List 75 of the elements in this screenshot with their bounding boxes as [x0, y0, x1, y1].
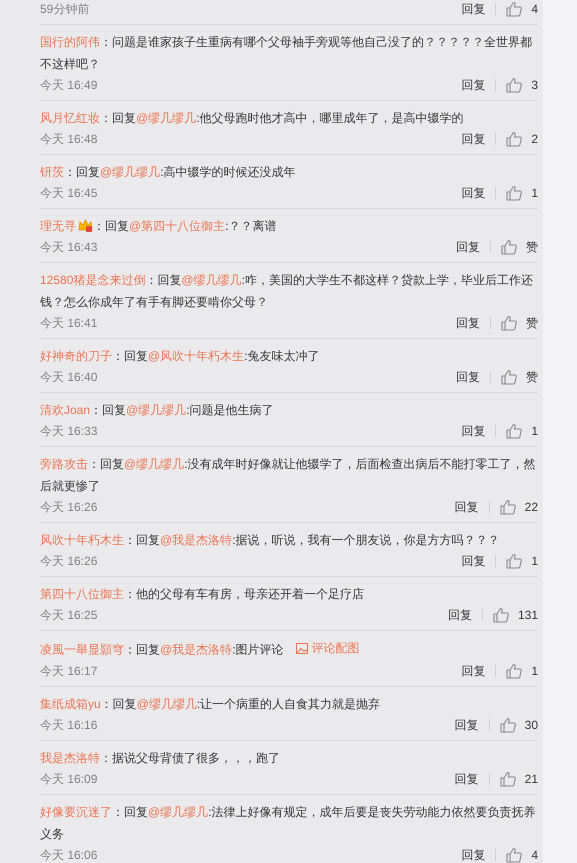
comment-text: 凌風一舉显顥穹：回复@我是杰洛特:图片评论 评论配图 — [40, 637, 538, 660]
like-button[interactable]: 2 — [506, 129, 538, 149]
like-button[interactable]: 131 — [492, 605, 538, 625]
comment-time: 今天 16:09 — [40, 770, 98, 788]
reply-link[interactable]: 回复 — [461, 848, 496, 860]
like-button[interactable]: 3 — [506, 75, 538, 95]
comment-time: 今天 16:45 — [40, 185, 98, 202]
like-button[interactable]: 1 — [506, 551, 538, 571]
comment-text: 国行的阿伟：问题是谁家孩子生重病有哪个父母袖手旁观等他自己没了的？？？？？全世界都不这样吧？ — [40, 34, 533, 73]
like-button[interactable]: 30 — [500, 714, 538, 734]
comment-text: 风月忆红妆：回复@缪几缪几:他父母跑时他才高中，哪里成年了，是高中辍学的 — [40, 110, 465, 127]
comment-time: 今天 16:25 — [40, 607, 98, 624]
thumbs-up-icon — [506, 1, 522, 17]
comment-time: 今天 16:48 — [40, 131, 98, 148]
comment-text: 旁路攻击：回复@缪几缪几:没有成年时好像就让他辍学了，后面检查出病后不能打零工了，然后就更惨了 — [40, 456, 537, 495]
comment-time: 今天 16:33 — [40, 423, 98, 440]
comment-text: 12580猪是念来过倒：回复@缪几缪几:咋，美国的大学生不都这样？贷款上学，毕业后工作还钱？怎么你成年了有手有脚还要啃你父母？ — [40, 272, 534, 311]
comment-time: 今天 16:41 — [40, 315, 98, 332]
comment-time: 今天 16:49 — [40, 77, 98, 94]
reply-link[interactable]: 回复 — [454, 718, 490, 730]
thumbs-up-icon — [501, 239, 517, 255]
comment-text: 清欢Joan：回复@缪几缪几:问题是他生病了 — [40, 402, 275, 419]
like-button[interactable]: 赞 — [501, 313, 538, 333]
reply-link[interactable]: 回复 — [454, 772, 490, 784]
like-button[interactable]: 赞 — [501, 367, 538, 387]
comment-time: 今天 16:40 — [40, 369, 98, 386]
comment-text: 风吹十年朽木生：回复@我是杰洛特:据说，听说，我有一个朋友说，你是方方吗？？？ — [40, 532, 501, 549]
reply-link[interactable]: 回复 — [461, 664, 496, 676]
comment-text: 理无寻 ：回复@第四十八位御主:？？离谱 — [40, 217, 278, 235]
image-icon — [296, 642, 308, 654]
thumbs-up-icon — [501, 315, 517, 331]
thumbs-up-icon — [500, 499, 516, 515]
comment-text: 钘茨：回复@缪几缪几:高中辍学的时候还没成年 — [40, 164, 297, 181]
comment-time: 今天 16:16 — [40, 716, 98, 734]
thumbs-up-icon — [506, 185, 522, 201]
reply-link[interactable]: 回复 — [454, 501, 490, 513]
like-button[interactable]: 赞 — [501, 237, 538, 257]
reply-link[interactable]: 回复 — [461, 425, 496, 437]
thumbs-up-icon — [506, 77, 522, 93]
reply-link[interactable]: 回复 — [456, 317, 491, 329]
like-button[interactable]: 1 — [506, 660, 538, 680]
thumbs-up-icon — [506, 131, 522, 147]
comment-time: 今天 16:06 — [40, 846, 98, 863]
thumbs-up-icon — [501, 369, 517, 385]
comment-time: 今天 16:26 — [40, 499, 98, 516]
reply-link[interactable]: 回复 — [461, 79, 496, 91]
thumbs-up-icon — [506, 846, 522, 862]
reply-link[interactable]: 回复 — [461, 133, 496, 145]
thumbs-up-icon — [506, 423, 522, 439]
comment-time: 今天 16:17 — [40, 662, 98, 680]
thumbs-up-icon — [500, 770, 516, 786]
reply-link[interactable]: 回复 — [456, 371, 491, 383]
like-button[interactable]: 4 — [506, 0, 538, 19]
comment-text: 我是杰洛特：据说父母背债了很多，，，跑了 — [40, 750, 281, 766]
like-button[interactable]: 1 — [506, 421, 538, 441]
reply-link[interactable]: 回复 — [448, 609, 483, 621]
comment-text: 集纸成箱yu：回复@缪几缪几:让一个病重的人自食其力就是抛弃 — [40, 696, 382, 712]
comment-text: 好神奇的刀子：回复@风吹十年朽木生:兔友味太冲了 — [40, 348, 321, 365]
reply-link[interactable]: 回复 — [461, 3, 496, 15]
like-button[interactable]: 22 — [500, 497, 538, 517]
reply-link[interactable]: 回复 — [461, 187, 496, 199]
comment-text: 好像要沉迷了：回复@缪几缪几:法律上好像有规定，成年后要是丧失劳动能力依然要负责抚养义务 — [40, 804, 537, 842]
reply-link[interactable]: 回复 — [456, 241, 491, 253]
comment-text: 第四十八位御主：他的父母有车有房，母亲还开着一个足疗店 — [40, 586, 365, 603]
thumbs-up-icon — [506, 553, 522, 569]
like-button[interactable]: 1 — [506, 183, 538, 203]
comment-time: 59分钟前 — [40, 1, 90, 18]
comment-time: 今天 16:26 — [40, 553, 98, 570]
like-button[interactable]: 4 — [506, 844, 538, 863]
thumbs-up-icon — [500, 716, 516, 732]
like-button[interactable]: 21 — [500, 768, 538, 788]
comment-time: 今天 16:43 — [40, 239, 98, 256]
thumbs-up-icon — [492, 607, 509, 623]
reply-link[interactable]: 回复 — [461, 555, 496, 567]
thumbs-up-icon — [506, 662, 522, 678]
